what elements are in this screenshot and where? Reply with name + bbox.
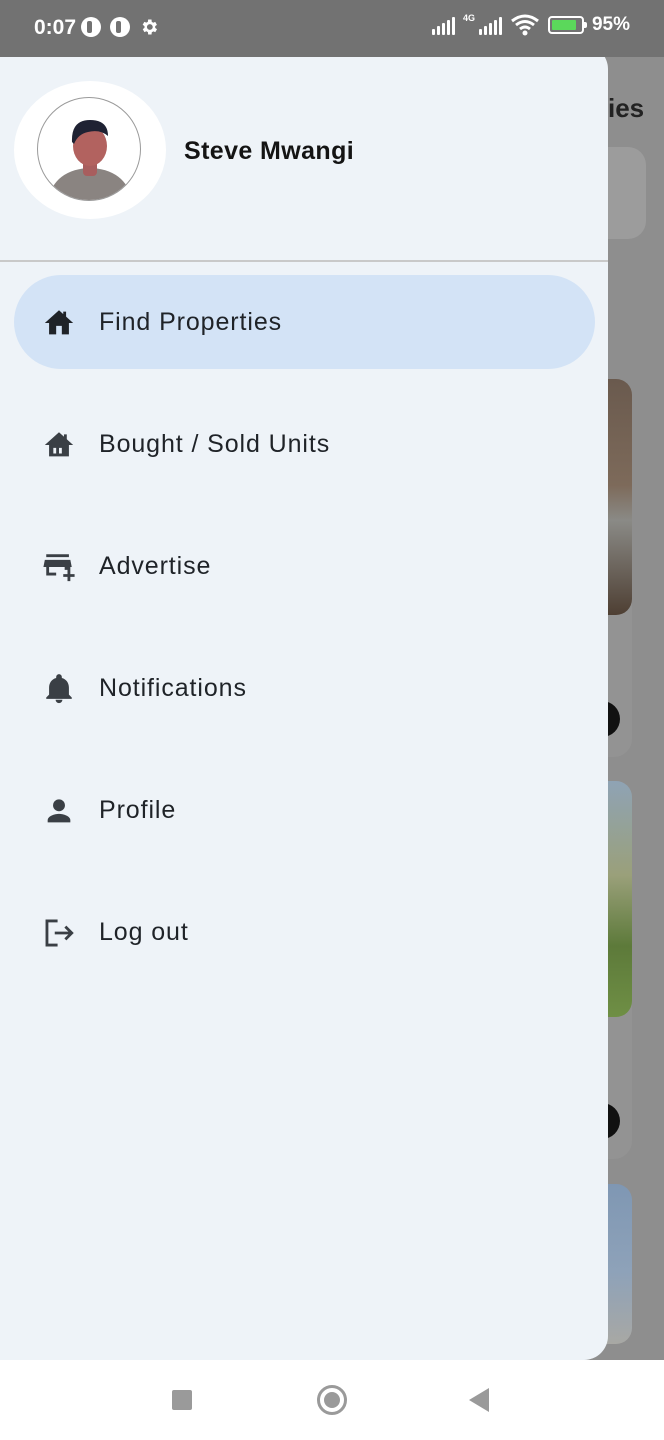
menu-item-label: Profile bbox=[99, 796, 177, 824]
recent-apps-button[interactable] bbox=[172, 1390, 192, 1410]
avatar[interactable] bbox=[37, 97, 141, 201]
battery-percent: 95% bbox=[591, 14, 630, 35]
navigation-drawer: Steve Mwangi Find Properties Bought / So… bbox=[0, 45, 608, 1360]
menu-item-notifications[interactable]: Notifications bbox=[14, 641, 595, 735]
battery-icon bbox=[547, 16, 587, 34]
menu-item-label: Advertise bbox=[99, 552, 212, 580]
logout-icon bbox=[42, 916, 76, 950]
menu-item-label: Find Properties bbox=[99, 308, 283, 336]
signal-icon bbox=[431, 15, 455, 35]
avatar-frame bbox=[14, 81, 166, 219]
wifi-icon bbox=[511, 14, 539, 36]
menu-item-log-out[interactable]: Log out bbox=[14, 885, 595, 979]
status-right-icons: 4G 95% bbox=[431, 13, 630, 36]
home-icon bbox=[42, 306, 76, 340]
system-navigation-bar bbox=[0, 1360, 664, 1440]
menu-item-label: Log out bbox=[99, 918, 189, 946]
home-button[interactable] bbox=[317, 1385, 347, 1415]
add-business-icon bbox=[42, 550, 76, 584]
divider bbox=[0, 260, 608, 262]
menu-item-profile[interactable]: Profile bbox=[14, 763, 595, 857]
user-name: Steve Mwangi bbox=[184, 137, 355, 165]
back-button[interactable] bbox=[469, 1388, 489, 1412]
person-icon bbox=[42, 794, 76, 828]
app-notification-icon bbox=[81, 17, 101, 37]
status-left-icons bbox=[81, 17, 159, 37]
settings-gear-icon bbox=[142, 19, 157, 35]
bell-icon bbox=[42, 672, 76, 706]
user-avatar-icon bbox=[50, 120, 130, 200]
menu-item-find-properties[interactable]: Find Properties bbox=[14, 275, 595, 369]
menu-item-label: Bought / Sold Units bbox=[99, 430, 331, 458]
menu-item-bought-sold-units[interactable]: Bought / Sold Units bbox=[14, 397, 595, 491]
signal-icon bbox=[478, 15, 502, 35]
menu-item-label: Notifications bbox=[99, 674, 247, 702]
house-icon bbox=[42, 428, 76, 462]
status-bar: 0:07 4G 95% bbox=[0, 0, 664, 57]
network-type: 4G bbox=[462, 13, 475, 23]
drawer-header: Steve Mwangi bbox=[0, 45, 608, 260]
menu-item-advertise[interactable]: Advertise bbox=[14, 519, 595, 613]
app-notification-icon bbox=[110, 17, 130, 37]
background-page-title: ies bbox=[608, 93, 645, 123]
status-time: 0:07 bbox=[34, 16, 77, 39]
